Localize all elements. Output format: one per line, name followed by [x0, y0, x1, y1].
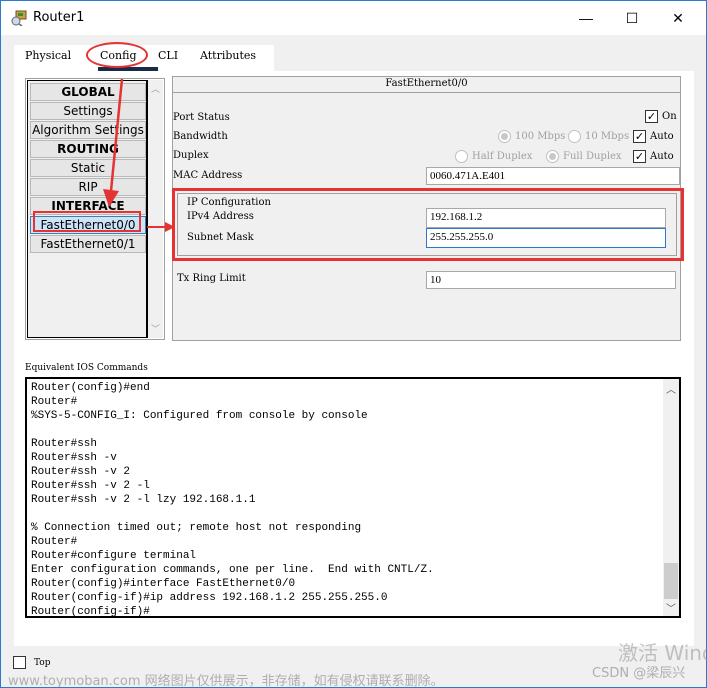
sidebar-list: GLOBAL Settings Algorithm Settings ROUTI…: [27, 80, 148, 338]
duplex-half-label: Half Duplex: [472, 151, 533, 162]
router-icon: [11, 10, 27, 26]
port-status-on-label: On: [662, 111, 677, 122]
checkbox-unchecked-icon: [13, 656, 26, 669]
radio-selected-icon: [498, 130, 511, 143]
scroll-up-icon[interactable]: ︿: [148, 82, 163, 96]
tab-bar: Physical Config CLI Attributes: [14, 45, 274, 71]
minimize-icon: —: [579, 10, 593, 26]
console-line: Router(config-if)#ip address 192.168.1.2…: [31, 592, 388, 604]
console-scrollbar[interactable]: ︿ ﹀: [663, 379, 679, 616]
sidebar-item-fastethernet0-0[interactable]: FastEthernet0/0: [30, 216, 146, 234]
sidebar-header-interface: INTERFACE: [30, 197, 146, 215]
top-checkbox[interactable]: Top: [13, 656, 50, 669]
tx-ring-limit-field[interactable]: 10: [426, 271, 676, 289]
console-line: Router#ssh -v 2: [31, 466, 131, 478]
duplex-auto-checkbox[interactable]: ✓ Auto: [633, 150, 674, 163]
port-status-label: Port Status: [173, 112, 230, 123]
ipv4-address-label: IPv4 Address: [187, 211, 254, 222]
ios-commands-console[interactable]: Router(config)#end Router# %SYS-5-CONFIG_I…: [25, 377, 681, 618]
close-button[interactable]: ✕: [655, 1, 701, 35]
duplex-auto-label: Auto: [650, 151, 674, 162]
console-line: % Connection timed out; remote host not …: [31, 522, 362, 534]
duplex-half-radio[interactable]: Half Duplex: [455, 150, 532, 163]
title-bar: Router1 — ☐ ✕: [1, 1, 706, 35]
window-title: Router1: [33, 10, 85, 25]
console-line: Router#ssh -v 2 -l lzy 192.168.1.1: [31, 494, 256, 506]
ip-configuration-label: IP Configuration: [187, 197, 271, 208]
sidebar-item-static[interactable]: Static: [30, 159, 146, 177]
minimize-button[interactable]: —: [563, 1, 609, 35]
sidebar-header-global: GLOBAL: [30, 83, 146, 101]
console-line: Router(config-if)#: [31, 606, 150, 618]
tab-attributes[interactable]: Attributes: [200, 49, 256, 62]
sidebar-item-fastethernet0-1[interactable]: FastEthernet0/1: [30, 235, 146, 253]
console-line: Router#: [31, 536, 78, 548]
console-line: Router#: [31, 396, 78, 408]
sidebar-header-routing: ROUTING: [30, 140, 146, 158]
subnet-mask-label: Subnet Mask: [187, 232, 254, 243]
console-line: Router#ssh -v: [31, 452, 117, 464]
tx-ring-limit-label: Tx Ring Limit: [177, 273, 246, 284]
sidebar-item-algorithm-settings[interactable]: Algorithm Settings: [30, 121, 146, 139]
maximize-button[interactable]: ☐: [609, 1, 655, 35]
scroll-down-icon[interactable]: ﹀: [663, 600, 679, 615]
scroll-down-icon[interactable]: ﹀: [148, 322, 163, 336]
scrollbar-thumb[interactable]: [664, 563, 678, 599]
config-sidebar: GLOBAL Settings Algorithm Settings ROUTI…: [25, 78, 165, 340]
checkbox-checked-icon: ✓: [645, 110, 658, 123]
ios-commands-text: Router(config)#end Router# %SYS-5-CONFIG_I…: [31, 381, 661, 619]
port-status-on-checkbox[interactable]: ✓ On: [645, 110, 677, 123]
top-label: Top: [34, 657, 51, 668]
console-line: Router#configure terminal: [31, 550, 197, 562]
scroll-up-icon[interactable]: ︿: [663, 381, 679, 396]
bandwidth-10-radio[interactable]: 10 Mbps: [568, 130, 629, 143]
radio-selected-icon: [546, 150, 559, 163]
close-icon: ✕: [672, 9, 684, 26]
console-line: Router(config)#end: [31, 382, 150, 394]
bandwidth-100-label: 100 Mbps: [515, 131, 566, 142]
interface-title: FastEthernet0/0: [173, 77, 680, 93]
checkbox-checked-icon: ✓: [633, 130, 646, 143]
console-line: Router#ssh: [31, 438, 98, 450]
ios-commands-label: Equivalent IOS Commands: [25, 363, 148, 373]
console-line: %SYS-5-CONFIG_I: Configured from console…: [31, 410, 368, 422]
console-line: Router(config)#interface FastEthernet0/0: [31, 578, 296, 590]
radio-unselected-icon: [568, 130, 581, 143]
bandwidth-100-radio[interactable]: 100 Mbps: [498, 130, 565, 143]
duplex-full-label: Full Duplex: [563, 151, 622, 162]
mac-address-field[interactable]: 0060.471A.E401: [426, 167, 680, 185]
tab-config[interactable]: Config: [100, 49, 137, 62]
bandwidth-auto-label: Auto: [650, 131, 674, 142]
checkbox-checked-icon: ✓: [633, 150, 646, 163]
mac-address-label: MAC Address: [173, 170, 243, 181]
ipv4-address-field[interactable]: 192.168.1.2: [426, 208, 666, 228]
tab-physical[interactable]: Physical: [25, 49, 71, 62]
router-window: Router1 — ☐ ✕ Physical Config CLI Attrib…: [0, 0, 707, 688]
bandwidth-10-label: 10 Mbps: [585, 131, 630, 142]
tab-cli[interactable]: CLI: [158, 49, 178, 62]
sidebar-item-settings[interactable]: Settings: [30, 102, 146, 120]
bandwidth-auto-checkbox[interactable]: ✓ Auto: [633, 130, 674, 143]
console-line: Enter configuration commands, one per li…: [31, 564, 434, 576]
sidebar-item-rip[interactable]: RIP: [30, 178, 146, 196]
sidebar-scrollbar[interactable]: ︿ ﹀: [148, 80, 163, 338]
duplex-full-radio[interactable]: Full Duplex: [546, 150, 622, 163]
maximize-icon: ☐: [625, 9, 639, 26]
subnet-mask-field[interactable]: 255.255.255.0: [426, 228, 666, 248]
console-line: Router#ssh -v 2 -l: [31, 480, 150, 492]
duplex-label: Duplex: [173, 150, 209, 161]
radio-unselected-icon: [455, 150, 468, 163]
bandwidth-label: Bandwidth: [173, 131, 228, 142]
